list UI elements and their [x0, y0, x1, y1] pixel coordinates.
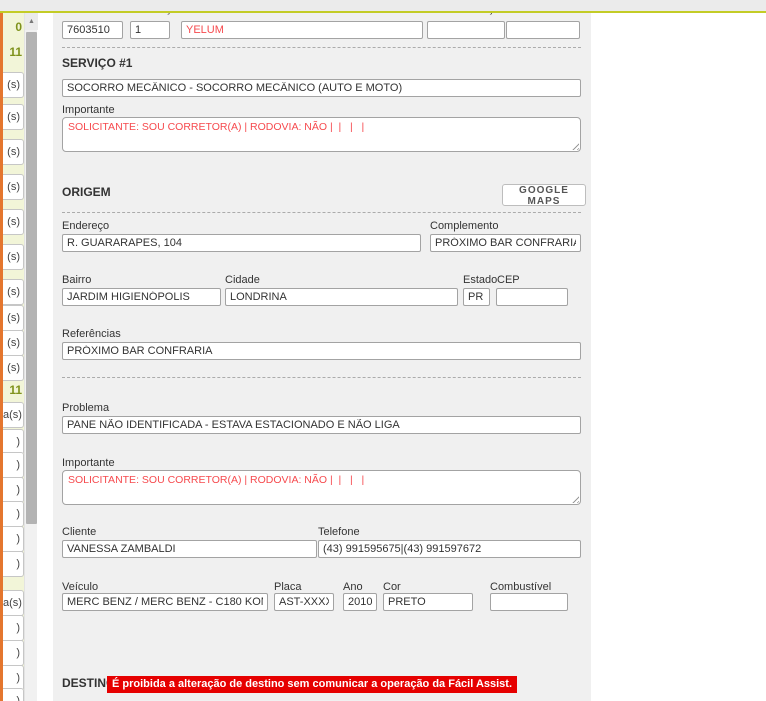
vertical-scrollbar[interactable]: ▲: [24, 13, 38, 701]
veiculo-input[interactable]: [62, 593, 268, 611]
complemento-label: Complemento: [430, 220, 499, 232]
destino-warning-badge: É proibida a alteração de destino sem co…: [107, 676, 518, 693]
bairro-input[interactable]: [62, 288, 221, 306]
sidebar-list-item[interactable]: ): [3, 615, 24, 641]
sidebar-list-item[interactable]: a(s): [3, 590, 24, 616]
cliente-label: Cliente: [62, 526, 97, 538]
servico-input[interactable]: [62, 79, 581, 97]
sidebar-list-item[interactable]: (s): [3, 72, 24, 98]
scrollbar-thumb[interactable]: [26, 32, 37, 524]
assistencia-input[interactable]: [62, 21, 123, 39]
produto-input[interactable]: [181, 21, 423, 39]
left-accent-strip: [0, 13, 3, 701]
solicitacao-input[interactable]: [130, 21, 170, 39]
endereco-label: Endereço: [62, 220, 110, 232]
accent-line: [0, 11, 766, 13]
problema-input[interactable]: [62, 416, 581, 434]
separator: [62, 212, 581, 213]
sidebar-list-item[interactable]: ): [3, 688, 24, 701]
combustivel-label: Combustível: [490, 581, 552, 593]
sidebar-count: 11: [9, 383, 22, 397]
sidebar-list-item[interactable]: ): [3, 501, 24, 527]
separator: [62, 47, 581, 48]
referencias-input[interactable]: [62, 342, 581, 360]
sidebar-list-item[interactable]: (s): [3, 279, 24, 305]
sidebar-list-item[interactable]: ): [3, 640, 24, 666]
sidebar-list-item[interactable]: a(s): [3, 402, 24, 428]
sidebar-list-item[interactable]: (s): [3, 139, 24, 165]
telefone-input[interactable]: [318, 540, 581, 558]
sidebar-list-item[interactable]: (s): [3, 330, 24, 356]
cor-input[interactable]: [383, 593, 473, 611]
cliente-input[interactable]: [62, 540, 317, 558]
sidebar-list-item[interactable]: ): [3, 452, 24, 478]
top-bar: [0, 0, 766, 11]
sidebar-list-item[interactable]: (s): [3, 355, 24, 381]
data-solicitacao-input-1[interactable]: [427, 21, 505, 39]
sidebar-list-item[interactable]: (s): [3, 244, 24, 270]
ano-input[interactable]: [343, 593, 377, 611]
page: 0 11 (s) (s) (s) (s) (s) (s) (s) (s) (s) (s) 11 a(s))…: [0, 0, 766, 701]
sidebar-list-item[interactable]: (s): [3, 174, 24, 200]
referencias-label: Referências: [62, 328, 121, 340]
separator: [62, 377, 581, 378]
cep-input[interactable]: [496, 288, 568, 306]
google-maps-button[interactable]: GOOGLE MAPS: [502, 184, 586, 207]
estado-label: Estado: [463, 274, 498, 286]
importante-label-2: Importante: [62, 457, 115, 469]
veiculo-label: Veículo: [62, 581, 99, 593]
origem-heading: ORIGEM: [62, 185, 111, 199]
scrollbar-up-icon[interactable]: ▲: [25, 13, 38, 30]
combustivel-input[interactable]: [490, 593, 568, 611]
sidebar-count: 11: [9, 45, 22, 59]
complemento-input[interactable]: [430, 234, 581, 252]
placa-label: Placa: [274, 581, 302, 593]
importante-label-1: Importante: [62, 104, 115, 116]
sidebar-count: 0: [15, 20, 22, 34]
sidebar-list-item[interactable]: ): [3, 526, 24, 552]
servico-heading: SERVIÇO #1: [62, 56, 133, 70]
bairro-label: Bairro: [62, 274, 92, 286]
placa-input[interactable]: [274, 593, 334, 611]
telefone-label: Telefone: [318, 526, 360, 538]
cep-label: CEP: [497, 274, 520, 286]
importante-textarea-1[interactable]: SOLICITANTE: SOU CORRETOR(A) | RODOVIA: …: [62, 117, 581, 152]
cidade-input[interactable]: [225, 288, 458, 306]
sidebar-rows: 0 11 (s) (s) (s) (s) (s) (s) (s) (s) (s) (s) 11 a(s))…: [3, 13, 24, 701]
cidade-label: Cidade: [225, 274, 260, 286]
ano-label: Ano: [343, 581, 363, 593]
problema-label: Problema: [62, 402, 110, 414]
sidebar-list-item[interactable]: (s): [3, 305, 24, 331]
endereco-input[interactable]: [62, 234, 421, 252]
sidebar-list-item[interactable]: ): [3, 477, 24, 503]
data-solicitacao-input-2[interactable]: [506, 21, 580, 39]
estado-input[interactable]: [463, 288, 490, 306]
cor-label: Cor: [383, 581, 401, 593]
sidebar-list-item[interactable]: (s): [3, 104, 24, 130]
sidebar-list-item[interactable]: (s): [3, 209, 24, 235]
sidebar-list-item[interactable]: ): [3, 551, 24, 577]
importante-textarea-2[interactable]: SOLICITANTE: SOU CORRETOR(A) | RODOVIA: …: [62, 470, 581, 505]
